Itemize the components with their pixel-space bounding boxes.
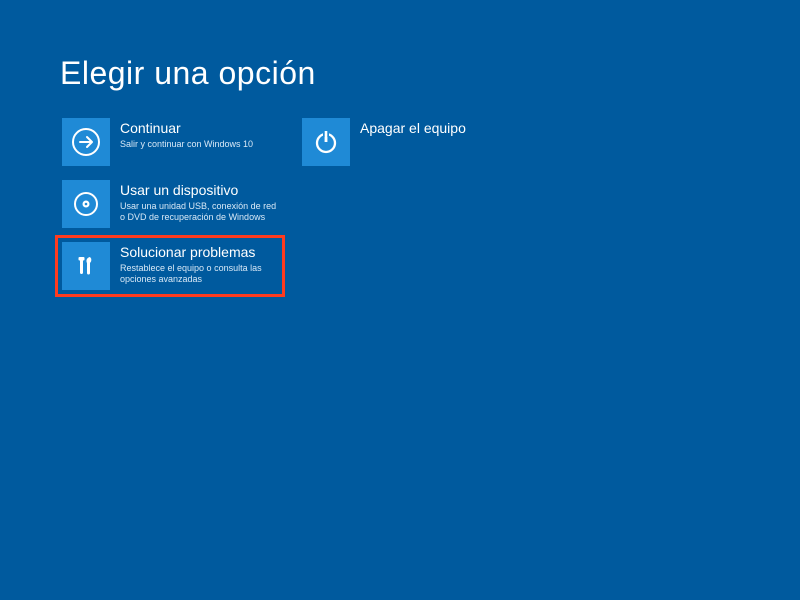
option-text: Continuar Salir y continuar con Windows …: [120, 118, 278, 150]
options-column-left: Continuar Salir y continuar con Windows …: [60, 116, 280, 292]
arrow-right-icon: [62, 118, 110, 166]
disc-icon: [62, 180, 110, 228]
option-text: Apagar el equipo: [360, 118, 518, 139]
option-troubleshoot[interactable]: Solucionar problemas Restablece el equip…: [60, 240, 280, 292]
power-icon: [302, 118, 350, 166]
option-continue[interactable]: Continuar Salir y continuar con Windows …: [60, 116, 280, 168]
options-grid: Continuar Salir y continuar con Windows …: [60, 116, 740, 292]
page-title: Elegir una opción: [60, 55, 740, 92]
recovery-options-screen: Elegir una opción Continuar Salir y cont…: [0, 0, 800, 347]
option-sublabel: Usar una unidad USB, conexión de red o D…: [120, 201, 278, 224]
options-column-right: Apagar el equipo: [300, 116, 520, 168]
option-label: Solucionar problemas: [120, 244, 278, 261]
option-text: Usar un dispositivo Usar una unidad USB,…: [120, 180, 278, 223]
option-sublabel: Salir y continuar con Windows 10: [120, 139, 278, 150]
tools-icon: [62, 242, 110, 290]
option-sublabel: Restablece el equipo o consulta las opci…: [120, 263, 278, 286]
option-label: Usar un dispositivo: [120, 182, 278, 199]
option-label: Continuar: [120, 120, 278, 137]
option-use-device[interactable]: Usar un dispositivo Usar una unidad USB,…: [60, 178, 280, 230]
option-label: Apagar el equipo: [360, 120, 518, 137]
option-text: Solucionar problemas Restablece el equip…: [120, 242, 278, 285]
option-shutdown[interactable]: Apagar el equipo: [300, 116, 520, 168]
